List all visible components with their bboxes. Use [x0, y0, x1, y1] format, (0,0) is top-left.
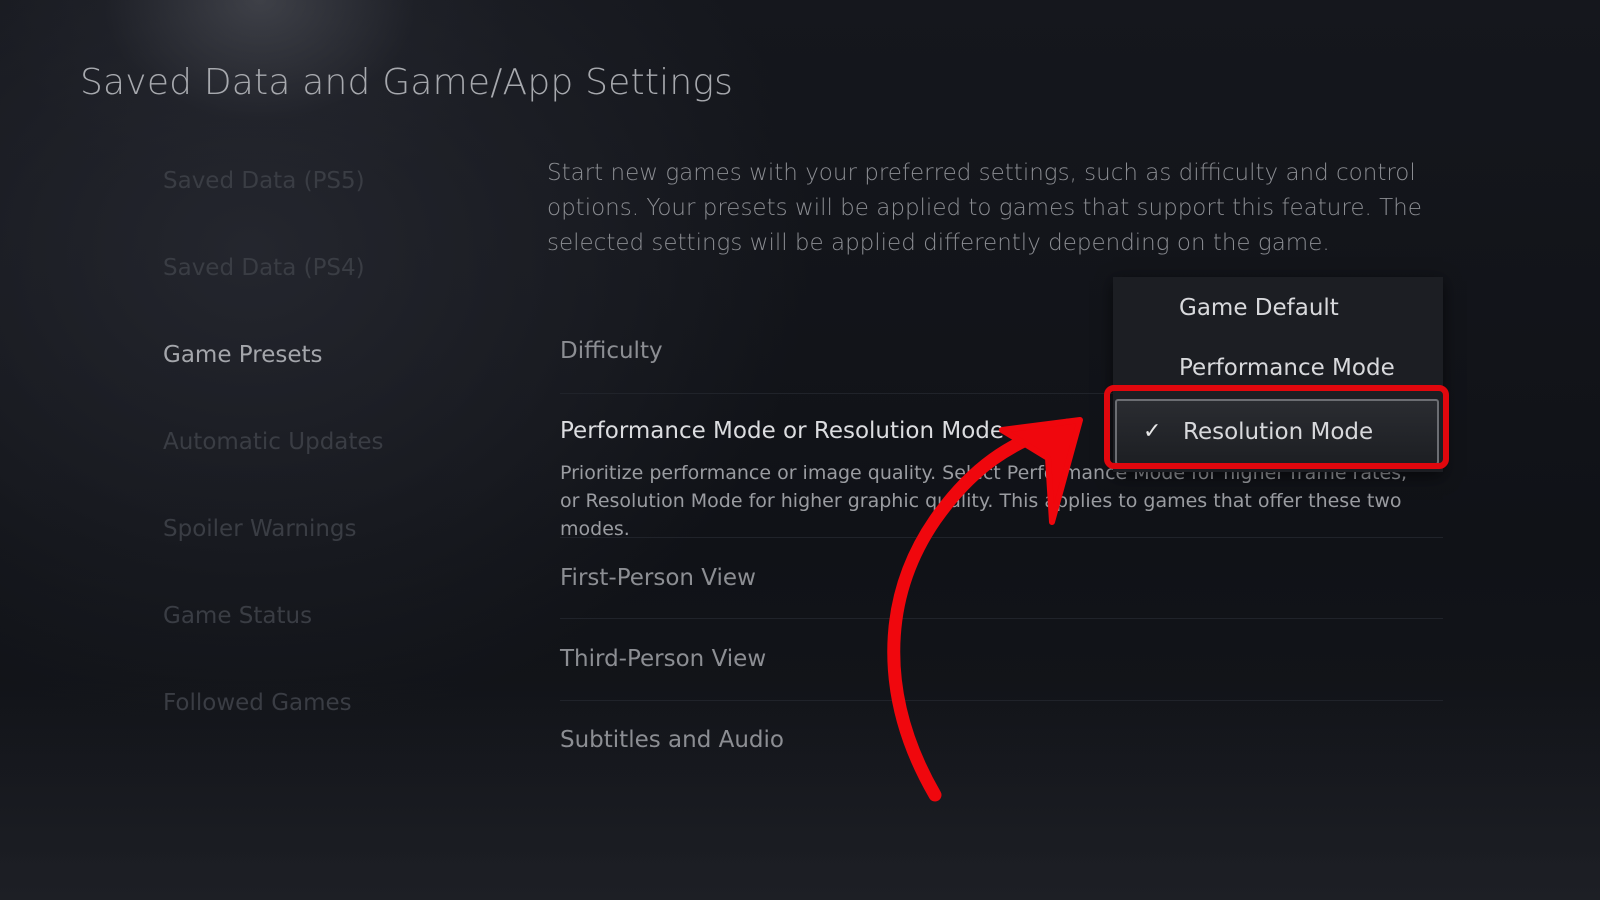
setting-third-person-view[interactable]: Third-Person View — [560, 646, 766, 672]
option-resolution-mode[interactable]: ✓ Resolution Mode — [1115, 399, 1439, 465]
sidebar-item-game-status[interactable]: Game Status — [163, 605, 384, 692]
sidebar-item-saved-data-ps5[interactable]: Saved Data (PS5) — [163, 170, 384, 257]
option-label: Resolution Mode — [1183, 419, 1374, 445]
page-title: Saved Data and Game/App Settings — [80, 62, 734, 103]
sidebar: Saved Data (PS5) Saved Data (PS4) Game P… — [163, 170, 384, 779]
sidebar-item-automatic-updates[interactable]: Automatic Updates — [163, 431, 384, 518]
option-label: Game Default — [1179, 295, 1339, 321]
divider — [560, 700, 1443, 701]
option-game-default[interactable]: Game Default — [1113, 277, 1443, 337]
sidebar-item-saved-data-ps4[interactable]: Saved Data (PS4) — [163, 257, 384, 344]
setting-first-person-view[interactable]: First-Person View — [560, 565, 756, 591]
setting-subtitles-and-audio[interactable]: Subtitles and Audio — [560, 727, 784, 753]
setting-difficulty[interactable]: Difficulty — [560, 338, 663, 364]
intro-description: Start new games with your preferred sett… — [547, 160, 1422, 256]
mode-dropdown: Game Default Performance Mode ✓ Resoluti… — [1113, 277, 1443, 472]
check-icon: ✓ — [1143, 419, 1162, 444]
option-performance-mode[interactable]: Performance Mode — [1113, 337, 1443, 397]
divider — [560, 618, 1443, 619]
sidebar-item-spoiler-warnings[interactable]: Spoiler Warnings — [163, 518, 384, 605]
divider — [560, 537, 1443, 538]
setting-performance-or-resolution-mode[interactable]: Performance Mode or Resolution Mode — [560, 418, 1004, 444]
sidebar-item-followed-games[interactable]: Followed Games — [163, 692, 384, 779]
sidebar-item-game-presets[interactable]: Game Presets — [163, 344, 384, 431]
option-label: Performance Mode — [1179, 355, 1395, 381]
